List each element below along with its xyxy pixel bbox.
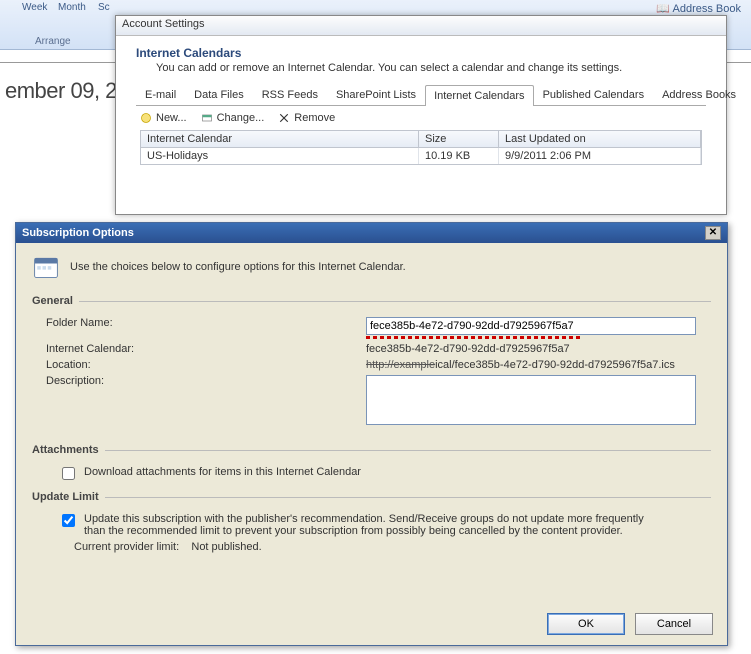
col-header-updated[interactable]: Last Updated on [499, 131, 701, 148]
tab-rss[interactable]: RSS Feeds [253, 84, 327, 105]
tab-published[interactable]: Published Calendars [534, 84, 654, 105]
calendar-grid: Internet Calendar Size Last Updated on U… [140, 130, 702, 165]
ribbon-month[interactable]: Month [58, 2, 86, 13]
ribbon-group-label: Arrange [35, 36, 71, 47]
ribbon-week[interactable]: Week [22, 2, 47, 13]
address-book-label: Address Book [673, 3, 741, 15]
change-label: Change... [217, 112, 265, 124]
cell-name: US-Holidays [141, 148, 419, 164]
intro-text: Use the choices below to configure optio… [70, 261, 406, 273]
intro-row: Use the choices below to configure optio… [32, 253, 711, 281]
remove-label: Remove [294, 112, 335, 124]
change-icon [201, 112, 213, 124]
attachments-label: Download attachments for items in this I… [84, 466, 361, 478]
ok-button[interactable]: OK [547, 613, 625, 635]
account-settings-window: Account Settings Internet Calendars You … [115, 15, 727, 215]
section-heading: Internet Calendars [136, 46, 706, 60]
update-limit-label: Update this subscription with the publis… [84, 513, 644, 537]
col-header-name[interactable]: Internet Calendar [141, 131, 419, 148]
window-title: Account Settings [116, 16, 726, 36]
address-book-button[interactable]: 📖 Address Book [656, 2, 741, 15]
attachments-heading: Attachments [32, 444, 99, 456]
folder-name-label: Folder Name: [46, 317, 366, 329]
new-icon [140, 112, 152, 124]
tab-data-files[interactable]: Data Files [185, 84, 253, 105]
dialog-title-bar: Subscription Options ✕ [16, 223, 727, 243]
tab-sharepoint[interactable]: SharePoint Lists [327, 84, 425, 105]
new-button[interactable]: New... [140, 112, 187, 124]
internet-cal-label: Internet Calendar: [46, 343, 366, 355]
internet-cal-value: fece385b-4e72-d790-92dd-d7925967f5a7 [366, 343, 711, 355]
remove-button[interactable]: Remove [278, 112, 335, 124]
section-description: You can add or remove an Internet Calend… [156, 62, 686, 74]
close-button[interactable]: ✕ [705, 226, 721, 240]
location-redacted: http://example [366, 359, 435, 371]
calendar-icon [32, 253, 60, 281]
update-limit-checkbox[interactable] [62, 514, 75, 527]
tab-strip: E-mail Data Files RSS Feeds SharePoint L… [136, 84, 706, 106]
tab-internet-calendars[interactable]: Internet Calendars [425, 85, 534, 106]
provider-limit-row: Current provider limit: Not published. [74, 541, 711, 553]
remove-icon [278, 112, 290, 124]
provider-limit-value: Not published. [191, 541, 261, 553]
ribbon-sched[interactable]: Sc [98, 2, 110, 13]
tab-email[interactable]: E-mail [136, 84, 185, 105]
cell-updated: 9/9/2011 2:06 PM [499, 148, 701, 164]
col-header-size[interactable]: Size [419, 131, 499, 148]
new-label: New... [156, 112, 187, 124]
attachments-checkbox[interactable] [62, 467, 75, 480]
update-heading: Update Limit [32, 491, 99, 503]
description-input[interactable] [366, 375, 696, 425]
tab-address[interactable]: Address Books [653, 84, 745, 105]
cell-size: 10.19 KB [419, 148, 499, 164]
cancel-button[interactable]: Cancel [635, 613, 713, 635]
provider-limit-label: Current provider limit: [74, 541, 179, 553]
folder-name-input[interactable] [366, 317, 696, 335]
location-value: http://exampleical/fece385b-4e72-d790-92… [366, 359, 711, 371]
table-row[interactable]: US-Holidays 10.19 KB 9/9/2011 2:06 PM [141, 148, 701, 164]
description-label: Description: [46, 375, 366, 387]
toolbar: New... Change... Remove [140, 112, 702, 124]
subscription-options-dialog: Subscription Options ✕ Use the choices b… [15, 222, 728, 646]
location-label: Location: [46, 359, 366, 371]
grid-header: Internet Calendar Size Last Updated on [141, 131, 701, 148]
general-heading: General [32, 295, 73, 307]
dialog-title: Subscription Options [22, 227, 134, 239]
book-icon: 📖 [656, 3, 670, 15]
change-button[interactable]: Change... [201, 112, 265, 124]
location-rest: ical/fece385b-4e72-d790-92dd-d7925967f5a… [435, 359, 675, 371]
spellcheck-underline [366, 336, 581, 339]
